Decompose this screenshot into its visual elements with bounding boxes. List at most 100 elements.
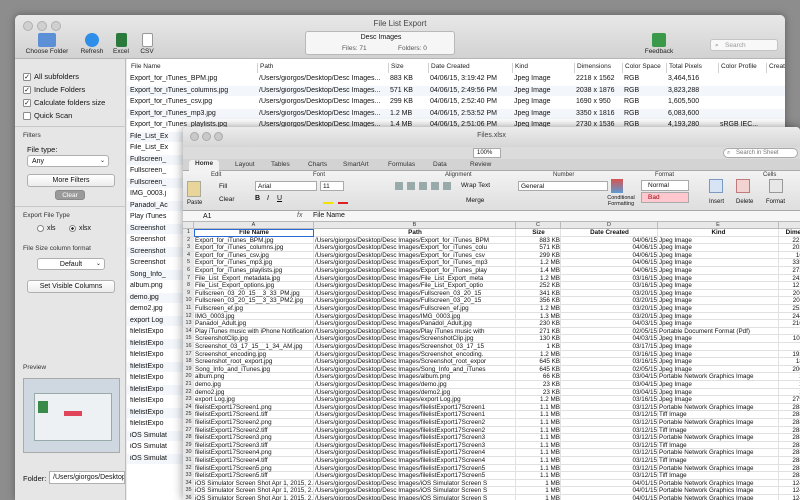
column-letter[interactable]: E [658,222,779,229]
sheet-cell[interactable]: Portable Network Graphics Image [659,373,779,381]
sheet-cell[interactable]: Portable Network Graphics Image [659,419,779,427]
sheet-cell[interactable]: Jpeg Image [659,320,779,328]
xls-radio[interactable]: xls [37,225,56,232]
sheet-cell[interactable]: 1214 x 1050 [780,282,800,290]
calculate-folder-size-checkbox[interactable]: ✓ Calculate folders size [23,98,105,107]
sheet-cell[interactable]: /Users/giorgos/Desktop/Desc Images/Scree… [315,343,516,351]
sheet-cell[interactable]: filelistExport17Screen5.tiff [195,472,314,480]
sheet-cell[interactable]: 03/12/15 [562,449,658,457]
sheet-cell[interactable]: 290 x 290 [780,389,800,397]
feedback-button[interactable]: Feedback [643,33,675,55]
file-type-select[interactable]: Any ⌄ [27,155,109,167]
sheet-cell[interactable]: Fullscreen_03_20_15__3_33_PM2.jpg [195,297,314,305]
sheet-cell[interactable]: 271 KB [517,327,561,336]
row-number[interactable]: 19 [183,365,194,373]
row-number[interactable]: 35 [183,487,194,495]
paste-button[interactable]: Paste [187,200,202,206]
sheet-cell[interactable]: iOS Simulator Screen Shot Apr 1, 2015, 2… [195,487,314,495]
sheet-cell[interactable]: 2538 x 1422 [780,305,800,313]
sheet-cell[interactable]: 1.1 MB [517,411,561,419]
sheet-cell[interactable]: 2006 x 1122 [780,297,800,305]
wrap-text-button[interactable]: Wrap Text [461,182,490,189]
row-number[interactable]: 26 [183,419,194,426]
sheet-cell[interactable]: 645 KB [517,358,561,366]
sheet-cell[interactable]: 1.1 MB [517,403,561,412]
sheet-cell[interactable]: 1.4 MB [517,267,561,275]
row-number[interactable]: 25 [183,411,194,419]
sheet-cell[interactable]: 3350 x 1816 [780,259,800,267]
row-number[interactable]: 11 [183,305,194,312]
column-letter[interactable]: D [561,222,658,229]
font-color-icon[interactable] [338,202,348,204]
delete-cells-icon[interactable] [736,179,750,193]
sheet-cell[interactable]: /Users/giorgos/Desktop/Desc Images/filel… [315,426,516,435]
row-number[interactable]: 2 [183,236,194,244]
sheet-cell[interactable]: album.png [195,373,314,381]
ribbon-tab-charts[interactable]: Charts [308,161,327,168]
row-number[interactable]: 33 [183,472,194,480]
sheet-cell[interactable]: Panadol_Adult.jpg [195,320,314,328]
sheet-cell[interactable]: 1 MB [517,495,561,500]
row-number[interactable]: 27 [183,426,194,434]
fill-button[interactable]: Fill [219,183,227,190]
sheet-cell[interactable]: 04/06/15 [562,259,658,267]
column-header[interactable]: Size [389,63,429,73]
sheet-cell[interactable]: Jpeg Image [659,312,779,321]
ribbon-tab-tables[interactable]: Tables [271,161,290,168]
row-number[interactable]: 22 [183,388,194,396]
row-number[interactable]: 10 [183,297,194,305]
sheet-cell[interactable]: 252 KB [517,282,561,290]
sheet-cell[interactable]: 2000 x 1582 [780,366,800,374]
sheet-cell[interactable]: filelistExport17Screen2.png [195,419,314,427]
sheet-cell[interactable]: Jpeg Image [659,343,779,351]
style-bad[interactable]: Bad [641,192,689,203]
table-row[interactable]: Export_for_iTunes_BPM.jpg/Users/giorgos/… [127,74,785,85]
font-size-select[interactable]: 11 [320,181,344,191]
row-number[interactable]: 7 [183,274,194,282]
sheet-cell[interactable]: /Users/giorgos/Desktop/Desc Images/demo2… [315,388,516,397]
row-number[interactable]: 29 [183,441,194,449]
sheet-cell[interactable]: 1.1 MB [517,472,561,480]
sheet-cell[interactable]: 2880 x 1800 [780,411,800,419]
include-folders-checkbox[interactable]: ✓ Include Folders [23,85,85,94]
sheet-cell[interactable]: 1.2 MB [517,350,561,359]
sheet-cell[interactable]: 03/16/15 [562,282,658,290]
sheet-cell[interactable]: IMG_0003.jpg [195,312,314,321]
row-number[interactable]: 15 [183,335,194,343]
xlsx-radio[interactable]: xlsx [69,225,91,232]
sheet-cell[interactable]: Jpeg Image [659,335,779,343]
sheet-cell[interactable]: 04/06/15 [562,251,658,260]
row-number[interactable]: 18 [183,358,194,366]
sheet-cell[interactable]: Portable Network Graphics Image [659,479,779,488]
sheet-cell[interactable]: 03/16/15 [562,350,658,359]
sheet-cell[interactable]: Jpeg Image [659,358,779,366]
sheet-cell[interactable]: iOS Simulator Screen Shot Apr 1, 2015, 2… [195,479,314,488]
sheet-cell[interactable]: /Users/giorgos/Desktop/Desc Images/Fulls… [315,305,516,313]
conditional-formatting-button[interactable]: Conditional Formatting [603,195,639,207]
sheet-cell[interactable]: 2006 x 1122 [780,290,800,298]
sheet-cell[interactable]: 03/04/15 [562,373,658,381]
column-header[interactable]: Color Profile [719,63,767,73]
number-format-select[interactable]: General [518,181,608,191]
sheet-cell[interactable]: filelistExport17Screen1.png [195,403,314,412]
row-number[interactable]: 30 [183,449,194,457]
sheet-cell[interactable]: /Users/giorgos/Desktop/Desc Images/Expor… [315,236,516,245]
sheet-cell[interactable]: ScreenshotClip.jpg [195,335,314,343]
sheet-cell[interactable]: /Users/giorgos/Desktop/Desc Images/Scree… [315,350,516,359]
sheet-cell[interactable]: 2796 x 1808 [780,396,800,404]
row-number[interactable]: 8 [183,282,194,290]
sheet-cell[interactable]: 02/05/15 [562,365,658,374]
row-number[interactable]: 14 [183,327,194,335]
sheet-cell[interactable]: 03/04/15 [562,388,658,397]
sheet-cell[interactable]: Jpeg Image [659,282,779,290]
row-number[interactable]: 6 [183,267,194,274]
sheet-cell[interactable]: Song_Info_and_iTunes.jpg [195,365,314,374]
column-header[interactable]: Date Created [429,63,513,73]
row-number[interactable]: 34 [183,479,194,487]
column-header[interactable]: File Name [129,63,258,73]
row-number[interactable]: 3 [183,244,194,252]
column-header[interactable]: Total Pixels [667,63,719,73]
sheet-cell[interactable]: /Users/giorgos/Desktop/Desc Images/filel… [315,411,516,419]
name-box[interactable]: A1 [203,212,243,221]
sheet-cell[interactable]: 03/16/15 [562,274,658,283]
